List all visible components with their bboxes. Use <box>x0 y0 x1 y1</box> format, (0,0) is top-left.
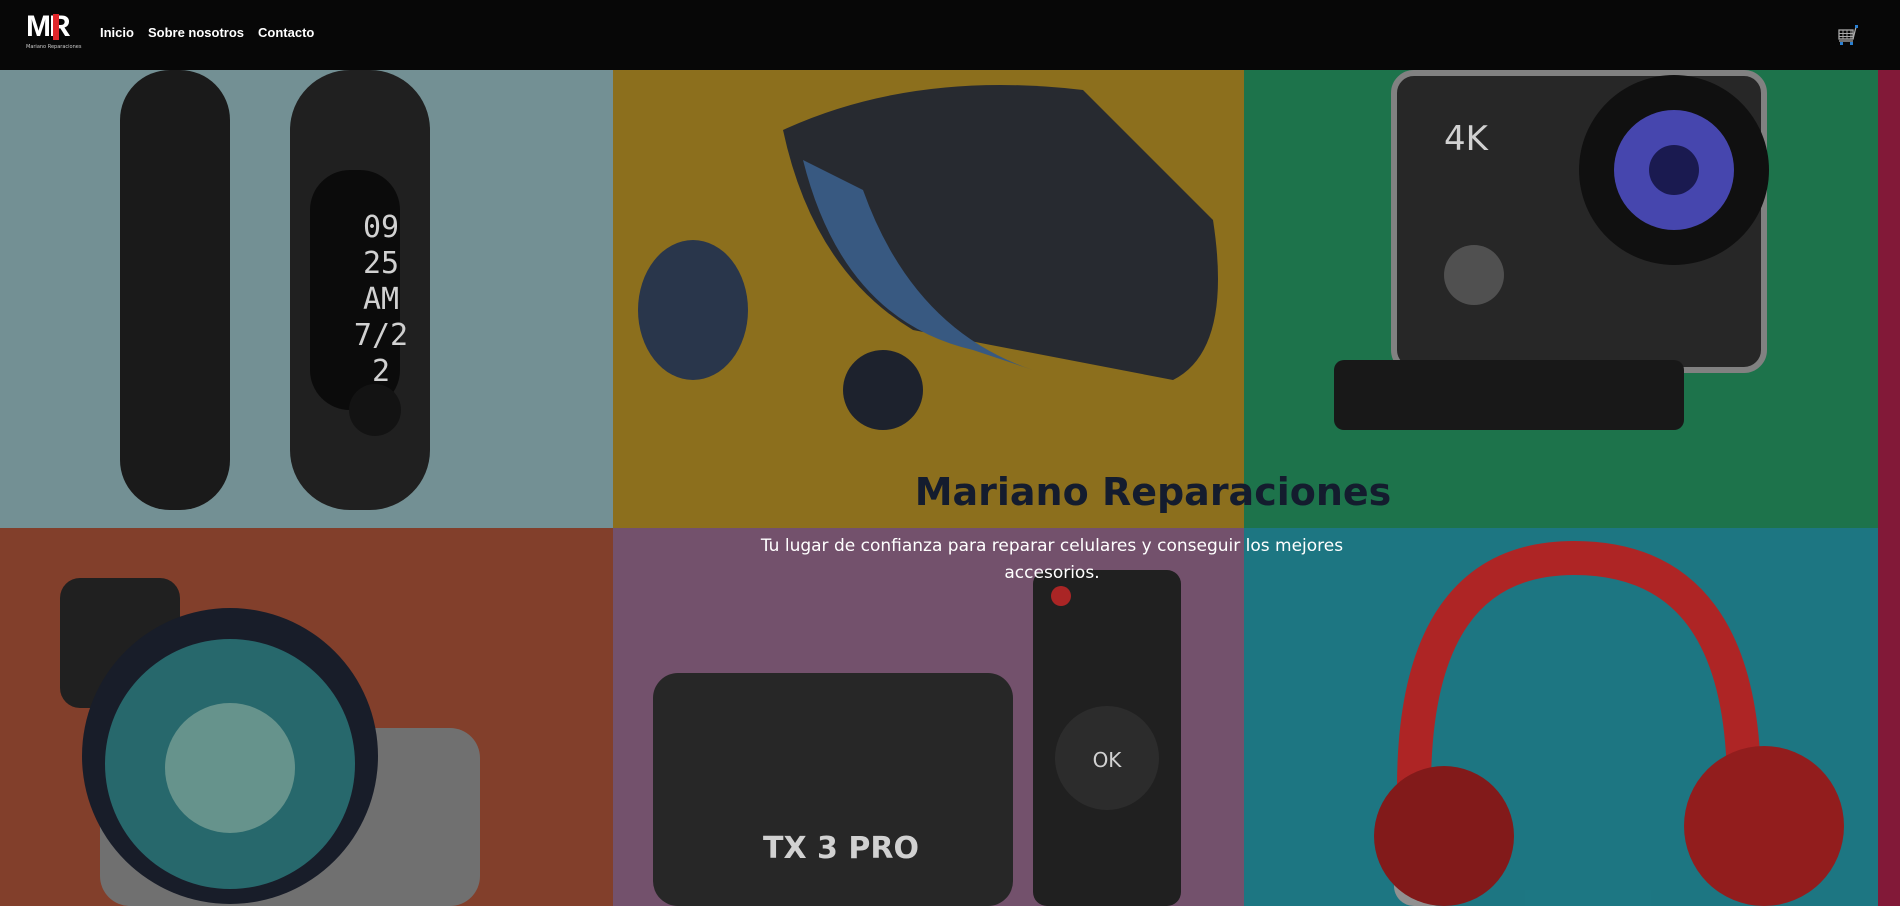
nav-link-contacto[interactable]: Contacto <box>258 25 314 40</box>
hero-title: Mariano Reparaciones <box>914 470 1392 514</box>
logo-subtitle: Mariano Reparaciones <box>26 44 82 50</box>
nav-links: Inicio Sobre nosotros Contacto <box>100 25 314 40</box>
logo[interactable]: MR Mariano Reparaciones <box>26 12 82 52</box>
nav-link-inicio[interactable]: Inicio <box>100 25 134 40</box>
logo-accent <box>53 14 59 40</box>
nav-link-sobre-nosotros[interactable]: Sobre nosotros <box>148 25 244 40</box>
shopping-cart-icon[interactable] <box>1838 24 1860 46</box>
hero-subtitle: Tu lugar de confianza para reparar celul… <box>760 536 1344 583</box>
overlay <box>0 0 1900 906</box>
navbar: MR Mariano Reparaciones Inicio Sobre nos… <box>0 0 1900 70</box>
